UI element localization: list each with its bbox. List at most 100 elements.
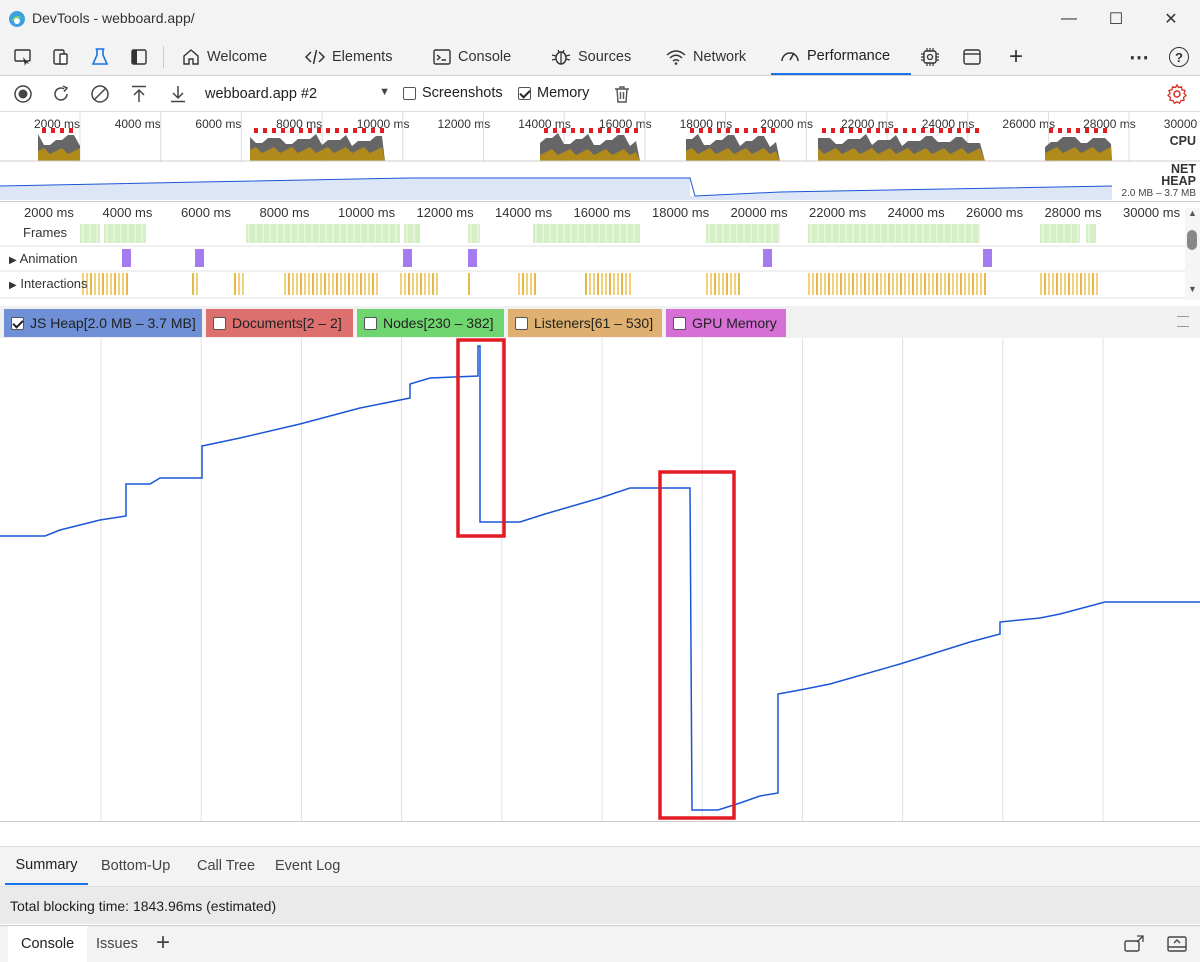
interaction-mark bbox=[816, 273, 818, 295]
interaction-mark bbox=[332, 273, 334, 295]
long-task-marker bbox=[1103, 128, 1107, 133]
close-drawer-button[interactable] bbox=[1166, 934, 1188, 957]
long-task-marker bbox=[1085, 128, 1089, 133]
tab-summary[interactable]: Summary bbox=[5, 847, 88, 885]
clear-icon bbox=[91, 85, 109, 103]
tab-bottom-up[interactable]: Bottom-Up bbox=[101, 847, 170, 885]
console-icon bbox=[433, 48, 451, 65]
long-task-marker bbox=[1049, 128, 1053, 133]
interaction-mark bbox=[734, 273, 736, 295]
record-button[interactable] bbox=[12, 83, 34, 105]
interaction-mark bbox=[1092, 273, 1094, 295]
tab-label: Welcome bbox=[207, 48, 268, 65]
counter-checkbox[interactable] bbox=[673, 316, 686, 330]
scrollbar-thumb[interactable] bbox=[1187, 230, 1197, 250]
frames-track-label[interactable]: Frames bbox=[23, 225, 67, 240]
interaction-mark bbox=[324, 273, 326, 295]
close-button[interactable]: ✕ bbox=[1148, 0, 1194, 38]
memory-checkbox[interactable]: Memory bbox=[518, 85, 589, 101]
clear-button[interactable] bbox=[89, 83, 111, 105]
memory-checkbox-box[interactable] bbox=[518, 86, 531, 100]
drawer-tab-bar: Console Issues + bbox=[0, 925, 1200, 962]
tab-label: Sources bbox=[578, 48, 632, 65]
counter-checkbox[interactable] bbox=[515, 316, 528, 330]
capture-settings-button[interactable] bbox=[1166, 83, 1188, 105]
tab-elements[interactable]: Elements bbox=[304, 38, 392, 75]
animation-track-label[interactable]: ▶ Animation bbox=[9, 251, 77, 266]
tab-label: Elements bbox=[332, 48, 393, 65]
long-task-marker bbox=[634, 128, 638, 133]
drawer-tab-console[interactable]: Console bbox=[8, 926, 88, 962]
download-icon bbox=[171, 86, 185, 103]
dock-drawer-button[interactable] bbox=[1123, 934, 1145, 957]
help-button[interactable]: ? bbox=[1166, 44, 1192, 70]
counter-gpu-memory[interactable]: GPU Memory bbox=[666, 309, 786, 337]
customize-menu-button[interactable]: ⋯ bbox=[1126, 44, 1152, 70]
long-task-marker bbox=[717, 128, 721, 133]
reload-record-button[interactable] bbox=[50, 83, 72, 105]
inspect-element-button[interactable] bbox=[10, 44, 36, 70]
tab-network[interactable]: Network bbox=[665, 38, 746, 75]
tab-sources[interactable]: Sources bbox=[550, 38, 631, 75]
tab-label: Performance bbox=[807, 47, 891, 64]
minimize-button[interactable]: — bbox=[1046, 0, 1092, 38]
interaction-mark bbox=[534, 273, 536, 295]
save-profile-button[interactable] bbox=[167, 83, 189, 105]
interaction-mark bbox=[629, 273, 631, 295]
long-task-marker bbox=[708, 128, 712, 133]
tab-console[interactable]: Console bbox=[432, 38, 511, 75]
tab-performance[interactable]: Performance bbox=[771, 38, 911, 75]
counter-documents[interactable]: Documents[2 – 2] bbox=[206, 309, 353, 337]
js-heap-graph[interactable] bbox=[0, 338, 1200, 821]
tab-call-tree[interactable]: Call Tree bbox=[197, 847, 255, 885]
interaction-mark bbox=[126, 273, 128, 295]
highlight-box bbox=[456, 338, 506, 538]
interaction-mark bbox=[904, 273, 906, 295]
long-task-marker bbox=[326, 128, 330, 133]
tab-welcome[interactable]: Welcome bbox=[181, 38, 267, 75]
screenshots-checkbox[interactable]: Screenshots bbox=[403, 85, 503, 101]
counter-nodes[interactable]: Nodes[230 – 382] bbox=[357, 309, 504, 337]
application-tool-button[interactable] bbox=[959, 44, 985, 70]
interaction-mark bbox=[352, 273, 354, 295]
dock-sidebar-button[interactable] bbox=[126, 44, 152, 70]
timeline-overview[interactable]: 2000 ms 4000 ms 6000 ms 8000 ms 10000 ms 1200… bbox=[0, 112, 1200, 202]
interaction-mark bbox=[1068, 273, 1070, 295]
interaction-mark bbox=[416, 273, 418, 295]
timeline-tracks[interactable]: 2000 ms 4000 ms 6000 ms 8000 ms 10000 ms 1200… bbox=[0, 202, 1200, 302]
counter-js-heap[interactable]: JS Heap[2.0 MB – 3.7 MB] bbox=[4, 309, 202, 337]
chevron-down-icon: ▼ bbox=[379, 86, 390, 98]
load-profile-button[interactable] bbox=[128, 83, 150, 105]
more-tools-button[interactable]: + bbox=[1003, 43, 1029, 70]
interaction-mark bbox=[1052, 273, 1054, 295]
memory-tool-button[interactable] bbox=[917, 44, 943, 70]
interaction-mark bbox=[730, 273, 732, 295]
tracks-scrollbar[interactable]: ▲ ▼ bbox=[1185, 208, 1200, 300]
interaction-mark bbox=[530, 273, 532, 295]
interaction-mark bbox=[960, 273, 962, 295]
interaction-mark bbox=[948, 273, 950, 295]
device-emulation-button[interactable] bbox=[48, 44, 74, 70]
drawer-add-tab-button[interactable]: + bbox=[156, 929, 170, 957]
experiments-button[interactable] bbox=[87, 44, 113, 70]
interaction-mark bbox=[1096, 273, 1098, 295]
tab-event-log[interactable]: Event Log bbox=[275, 847, 340, 885]
profile-select[interactable]: webboard.app #2 ▼ bbox=[198, 83, 398, 105]
interaction-mark bbox=[344, 273, 346, 295]
counter-listeners[interactable]: Listeners[61 – 530] bbox=[508, 309, 662, 337]
drawer-tab-issues[interactable]: Issues bbox=[96, 926, 138, 962]
screenshots-checkbox-box[interactable] bbox=[403, 86, 416, 100]
garbage-collect-button[interactable] bbox=[611, 83, 633, 105]
maximize-button[interactable]: ☐ bbox=[1093, 0, 1139, 38]
resize-handle-icon[interactable] bbox=[1177, 316, 1189, 327]
animation-block bbox=[983, 249, 992, 267]
tab-label: Event Log bbox=[275, 858, 341, 874]
counter-checkbox[interactable] bbox=[11, 316, 24, 330]
interaction-mark bbox=[912, 273, 914, 295]
counter-label: JS Heap[2.0 MB – 3.7 MB] bbox=[30, 315, 196, 331]
counter-checkbox[interactable] bbox=[213, 316, 226, 330]
interaction-mark bbox=[884, 273, 886, 295]
interaction-mark bbox=[888, 273, 890, 295]
interactions-track-label[interactable]: ▶ Interactions bbox=[9, 276, 88, 291]
counter-checkbox[interactable] bbox=[364, 316, 377, 330]
